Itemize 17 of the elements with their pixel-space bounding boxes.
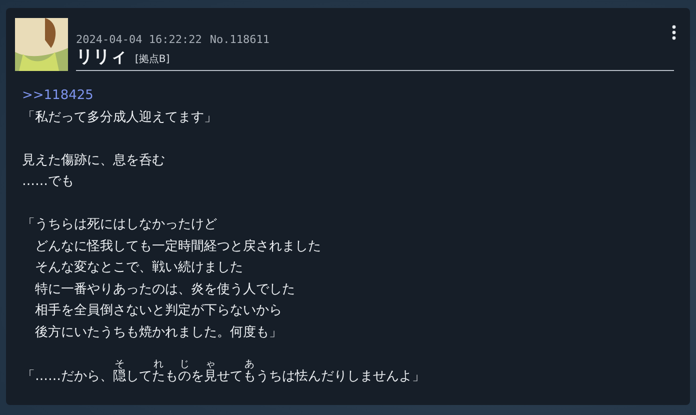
text-line: そんな変なとこで、戦い続けました	[34, 259, 243, 277]
text-line: 見えた傷跡に、息を呑む	[22, 152, 165, 170]
vertical-dots-icon	[672, 25, 676, 40]
text-line: 「……だから、隠 そ してた れ もの じ を見 ゃ せて も あ うちは怯んだりしませんよ」	[22, 358, 425, 386]
text-line: 特に一番やりあったのは、炎を使う人でした	[34, 280, 295, 298]
post-number: No.118611	[210, 32, 270, 48]
text-line: 「私だって多分成人迎えてます」	[22, 108, 217, 126]
text-line: 相手を全員倒さないと判定が下らないから	[34, 302, 282, 320]
text-line: 後方にいたうちも焼かれました。何度も」	[34, 324, 282, 342]
reply-link[interactable]: >>118425	[22, 85, 94, 106]
text-line: 「うちらは死にはしなかったけど	[22, 216, 217, 234]
text-line: どんなに怪我しても一定時間経つと戻されました	[34, 238, 321, 256]
user-name: リリィ	[76, 48, 127, 67]
avatar-placeholder	[15, 18, 68, 71]
text-line: ……でも	[22, 173, 74, 191]
user-tag: [拠点B]	[135, 52, 170, 67]
post-date: 2024-04-04 16:22:22	[76, 32, 202, 48]
